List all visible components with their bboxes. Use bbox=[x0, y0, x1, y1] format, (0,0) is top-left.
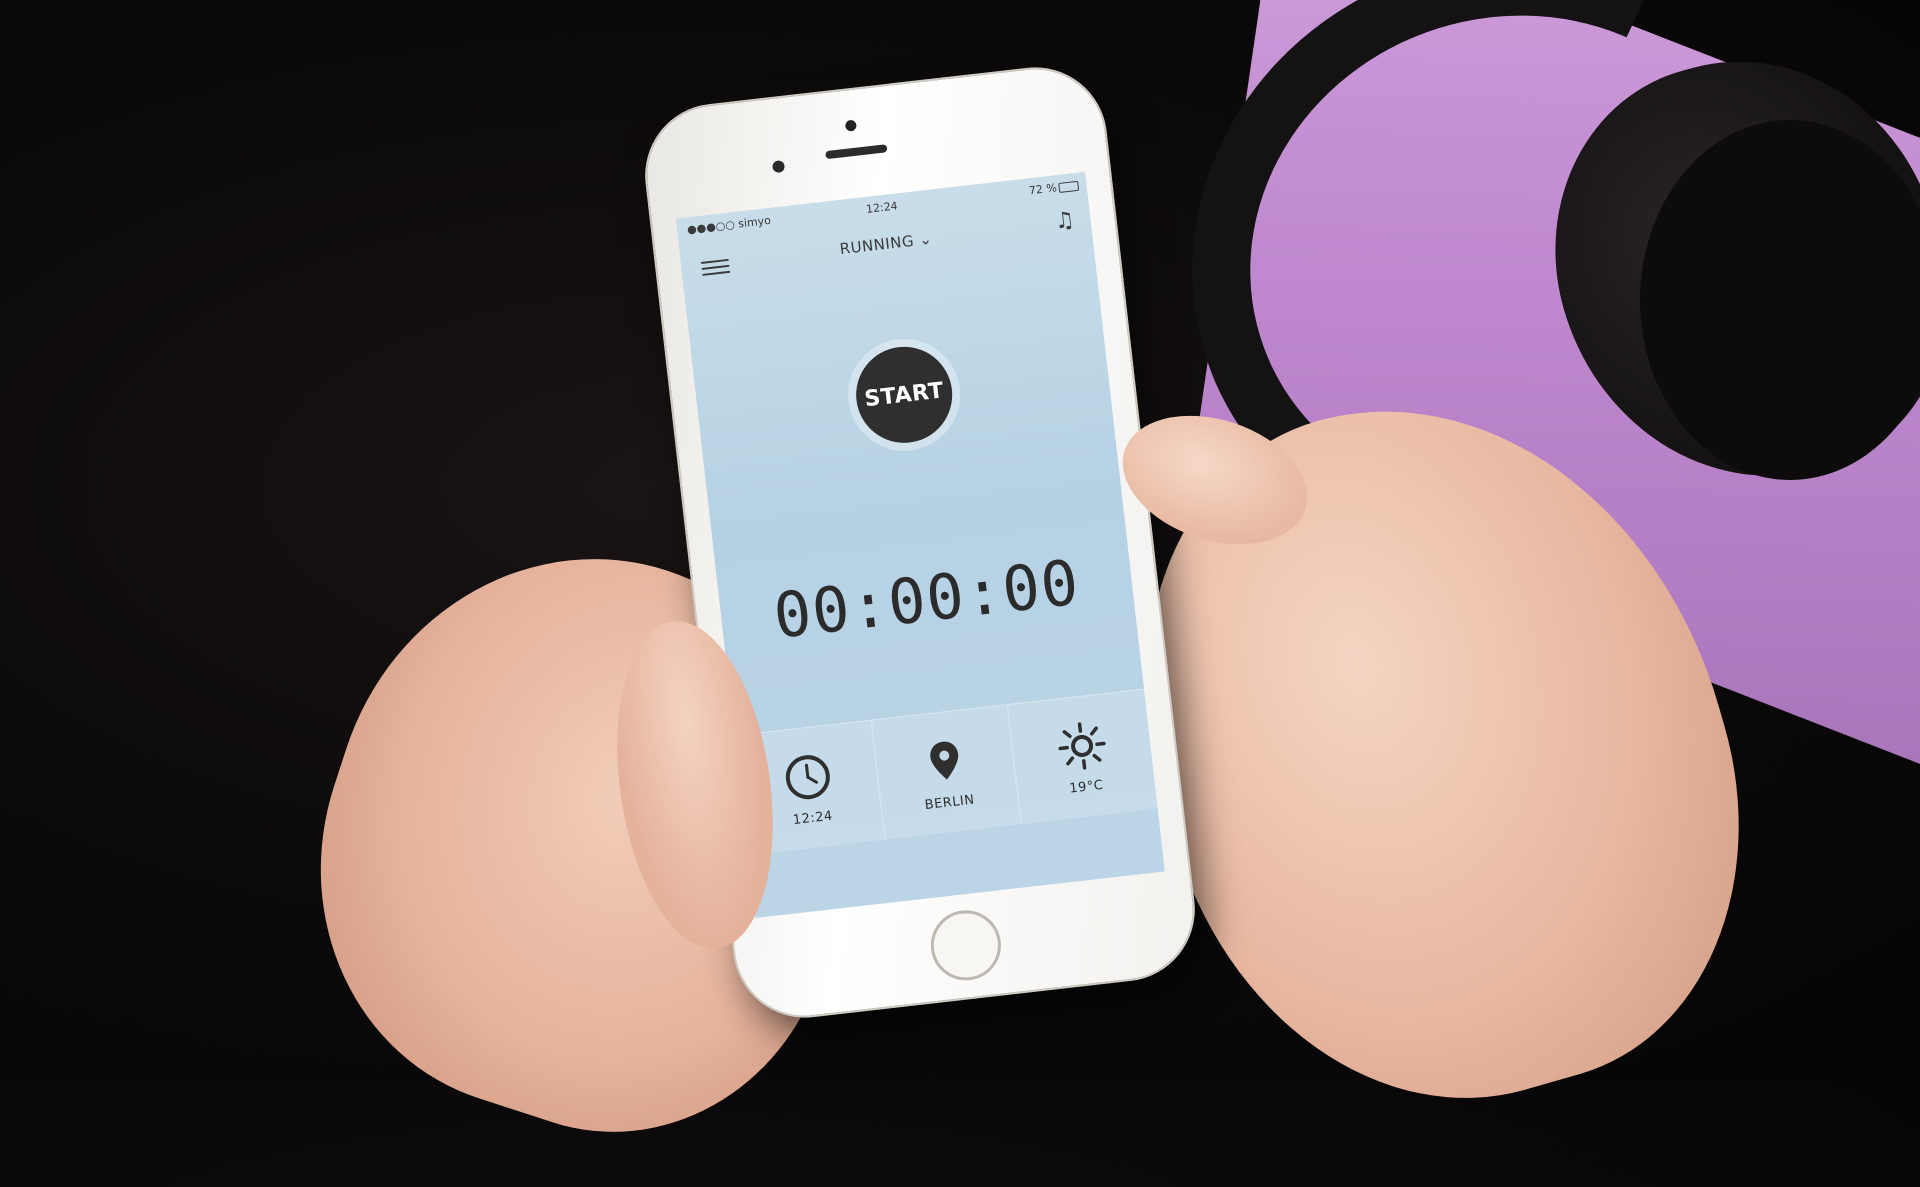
headphone-earcup-cushion bbox=[1640, 120, 1920, 480]
info-strip: 12:24 BERLIN 19°C bbox=[734, 688, 1158, 856]
location-label: BERLIN bbox=[923, 792, 976, 813]
earpiece-speaker bbox=[825, 144, 888, 160]
proximity-sensor bbox=[771, 159, 786, 174]
front-camera bbox=[844, 119, 857, 132]
time-label: 12:24 bbox=[792, 808, 834, 828]
map-pin-icon bbox=[930, 741, 959, 779]
sun-icon bbox=[1058, 721, 1106, 770]
clock-icon bbox=[786, 754, 831, 799]
workout-timer: 00:00:00 bbox=[769, 545, 1083, 653]
weather-info: 19°C bbox=[1008, 690, 1157, 825]
weather-label: 19°C bbox=[1068, 777, 1105, 797]
home-button[interactable] bbox=[927, 906, 1005, 985]
music-note-icon[interactable]: ♫ bbox=[1053, 208, 1075, 235]
battery-percent: 72 % bbox=[1028, 181, 1058, 198]
location-info: BERLIN bbox=[871, 705, 1022, 840]
